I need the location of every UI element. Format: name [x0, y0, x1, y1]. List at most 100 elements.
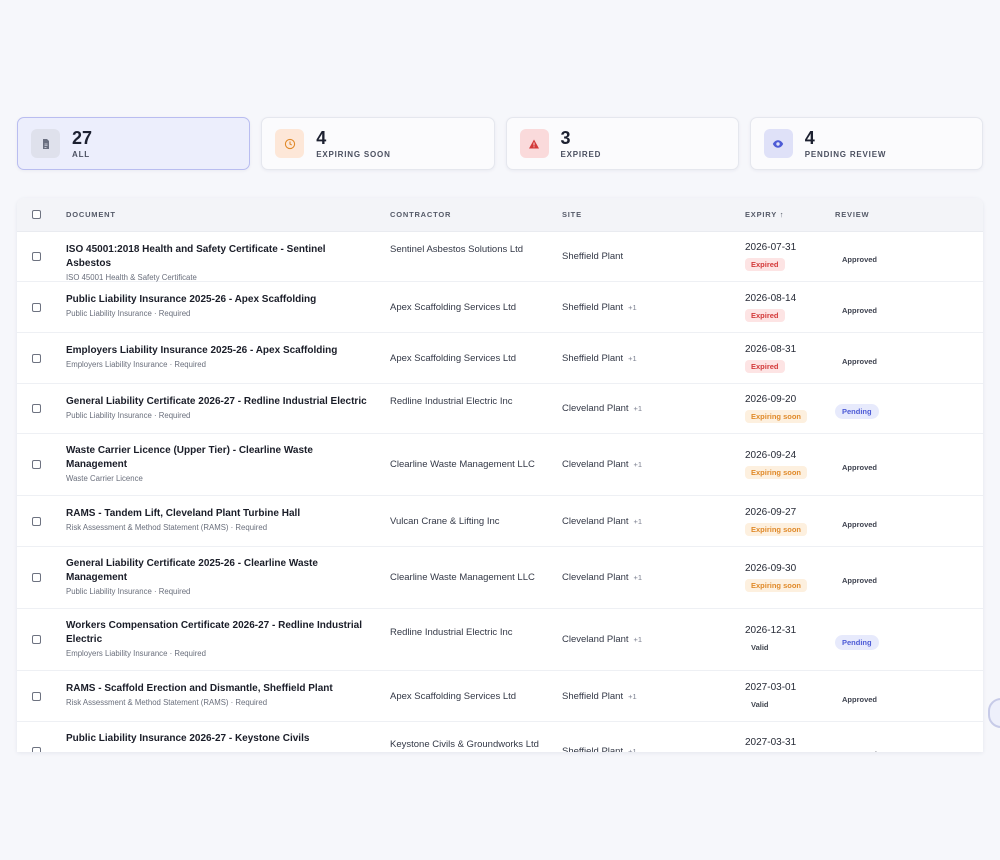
stat-label: EXPIRED: [560, 149, 602, 159]
header-expiry-sort[interactable]: EXPIRY ↑: [745, 210, 825, 219]
contractor-name: Apex Scaffolding Services Ltd: [390, 353, 517, 364]
site-name: Sheffield Plant: [562, 746, 624, 752]
document-cell[interactable]: Public Liability Insurance 2026-27 - Key…: [66, 732, 371, 747]
site-cell: Cleveland Plant +1: [562, 633, 732, 647]
table-row[interactable]: Waste Carrier Licence (Upper Tier) - Cle…: [17, 434, 983, 496]
site-extra-count: +1: [628, 354, 637, 363]
row-checkbox[interactable]: [32, 303, 41, 312]
document-title[interactable]: General Liability Certificate 2026-27 - …: [66, 395, 371, 409]
document-cell[interactable]: General Liability Certificate 2026-27 - …: [66, 395, 371, 421]
warning-icon: [519, 129, 549, 158]
document-cell[interactable]: Public Liability Insurance 2025-26 - Ape…: [66, 293, 371, 319]
contractor-name: Apex Scaffolding Services Ltd: [390, 691, 517, 702]
row-checkbox[interactable]: [32, 354, 41, 363]
site-extra-count: +1: [633, 573, 643, 582]
document-title[interactable]: Public Liability Insurance 2026-27 - Key…: [66, 732, 371, 746]
site-extra-count: +1: [628, 747, 637, 752]
document-cell[interactable]: Workers Compensation Certificate 2026-27…: [66, 619, 371, 659]
header-contractor[interactable]: CONTRACTOR: [390, 210, 550, 219]
document-title[interactable]: Public Liability Insurance 2025-26 - Ape…: [66, 293, 371, 307]
row-checkbox[interactable]: [32, 692, 41, 701]
expiry-cell: 2026-09-27 Expiring soon: [745, 507, 825, 537]
stat-count: 27: [72, 127, 93, 148]
document-cell[interactable]: RAMS - Tandem Lift, Cleveland Plant Turb…: [66, 507, 371, 533]
document-title[interactable]: ISO 45001:2018 Health and Safety Certifi…: [66, 243, 371, 271]
document-cell[interactable]: ISO 45001:2018 Health and Safety Certifi…: [66, 243, 371, 283]
row-checkbox[interactable]: [32, 252, 41, 261]
site-cell: Sheffield Plant: [562, 250, 732, 264]
contractor-name: Redline Industrial Electric Inc: [390, 627, 513, 638]
stat-count: 4: [316, 127, 327, 148]
contractor-name: Vulcan Crane & Lifting Inc: [390, 516, 500, 527]
site-name: Sheffield Plant: [562, 302, 624, 313]
row-checkbox[interactable]: [32, 517, 41, 526]
status-badge: Valid: [751, 700, 769, 709]
expiry-date: 2026-08-31: [745, 344, 797, 355]
expiry-cell: 2026-07-31 Expired: [745, 242, 825, 272]
site-name: Cleveland Plant: [562, 572, 629, 583]
review-status-badge: Pending: [835, 404, 879, 419]
document-title[interactable]: General Liability Certificate 2025-26 - …: [66, 557, 371, 585]
review-status-badge: Approved: [842, 306, 878, 315]
review-status-badge: Approved: [835, 747, 884, 752]
expiry-date: 2026-09-20: [745, 394, 797, 405]
site-extra-count: +1: [633, 460, 643, 469]
document-type: Risk Assessment & Method Statement (RAMS…: [66, 698, 268, 707]
stat-card-all[interactable]: 27 ALL: [17, 117, 251, 170]
document-title[interactable]: Waste Carrier Licence (Upper Tier) - Cle…: [66, 444, 371, 472]
table-row[interactable]: RAMS - Scaffold Erection and Dismantle, …: [17, 671, 983, 722]
header-site[interactable]: SITE: [562, 210, 722, 219]
stat-label: PENDING REVIEW: [804, 149, 887, 159]
document-type: Public Liability Insurance · Required: [66, 587, 191, 596]
document-title[interactable]: RAMS - Scaffold Erection and Dismantle, …: [66, 682, 371, 696]
table-row[interactable]: General Liability Certificate 2025-26 - …: [17, 547, 983, 609]
header-review[interactable]: REVIEW: [835, 210, 955, 219]
expiry-date: 2027-03-01: [745, 682, 797, 693]
document-type: Public Liability Insurance · Required: [66, 309, 191, 318]
document-title[interactable]: Workers Compensation Certificate 2026-27…: [66, 619, 371, 647]
site-extra-count: +1: [628, 692, 637, 701]
stat-count: 3: [560, 127, 571, 148]
expiry-date: 2026-12-31: [745, 625, 797, 636]
table-row[interactable]: Employers Liability Insurance 2025-26 - …: [17, 333, 983, 384]
floating-action-button[interactable]: [988, 698, 1000, 728]
stat-card-pending-review[interactable]: 4 PENDING REVIEW: [749, 117, 983, 170]
contractor-name: Apex Scaffolding Services Ltd: [390, 302, 517, 313]
document-title[interactable]: Employers Liability Insurance 2025-26 - …: [66, 344, 371, 358]
table-row[interactable]: Public Liability Insurance 2026-27 - Key…: [17, 722, 983, 752]
row-checkbox[interactable]: [32, 460, 41, 469]
site-name: Cleveland Plant: [562, 516, 629, 527]
expiry-cell: 2026-08-31 Expired: [745, 344, 825, 374]
expiry-cell: 2026-08-14 Expired: [745, 293, 825, 323]
document-type: Waste Carrier Licence: [66, 474, 143, 483]
document-type: Public Liability Insurance · Required: [66, 411, 191, 420]
table-row[interactable]: General Liability Certificate 2026-27 - …: [17, 384, 983, 434]
row-checkbox[interactable]: [32, 573, 41, 582]
document-cell[interactable]: RAMS - Scaffold Erection and Dismantle, …: [66, 682, 371, 708]
row-checkbox[interactable]: [32, 747, 41, 752]
site-extra-count: +1: [633, 517, 643, 526]
review-cell: Pending: [835, 401, 879, 419]
row-checkbox[interactable]: [32, 635, 41, 644]
expiry-date: 2027-03-31: [745, 737, 797, 748]
document-title[interactable]: RAMS - Tandem Lift, Cleveland Plant Turb…: [66, 507, 371, 521]
document-cell[interactable]: Waste Carrier Licence (Upper Tier) - Cle…: [66, 444, 371, 484]
select-all-checkbox[interactable]: [32, 210, 41, 219]
status-badge: Expiring soon: [745, 466, 808, 479]
review-cell: Approved: [835, 744, 884, 752]
stat-card-expired[interactable]: 3 EXPIRED: [505, 117, 739, 170]
document-cell[interactable]: Employers Liability Insurance 2025-26 - …: [66, 344, 371, 370]
row-checkbox[interactable]: [32, 404, 41, 413]
header-document[interactable]: DOCUMENT: [66, 210, 376, 219]
site-cell: Cleveland Plant +1: [562, 515, 732, 529]
document-type: Risk Assessment & Method Statement (RAMS…: [66, 523, 268, 532]
document-cell[interactable]: General Liability Certificate 2025-26 - …: [66, 557, 371, 597]
document-icon: [31, 129, 60, 158]
stat-label: ALL: [72, 149, 90, 159]
table-row[interactable]: Public Liability Insurance 2025-26 - Ape…: [17, 282, 983, 333]
stat-card-expiring-soon[interactable]: 4 EXPIRING SOON: [261, 117, 495, 170]
table-row[interactable]: ISO 45001:2018 Health and Safety Certifi…: [17, 232, 983, 282]
table-row[interactable]: RAMS - Tandem Lift, Cleveland Plant Turb…: [17, 496, 983, 547]
review-status-badge: Approved: [842, 520, 878, 529]
table-row[interactable]: Workers Compensation Certificate 2026-27…: [17, 609, 983, 671]
